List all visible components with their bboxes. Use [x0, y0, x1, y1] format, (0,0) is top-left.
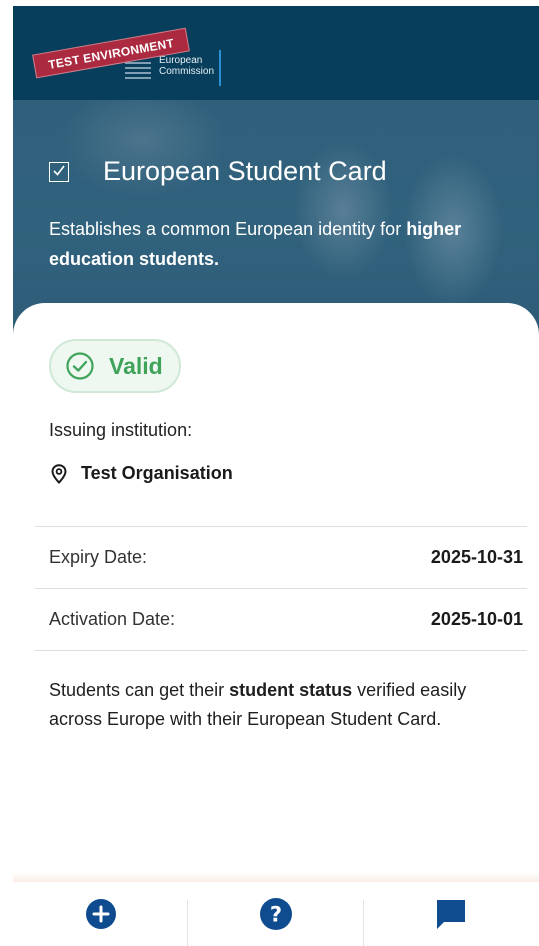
status-badge: Valid: [49, 339, 181, 393]
expiry-date-label: Expiry Date:: [49, 547, 148, 567]
organisation-row: Test Organisation: [51, 463, 233, 484]
chat-icon: [437, 900, 466, 929]
hero-title-row: European Student Card: [49, 156, 387, 187]
ec-logo-text: European Commission: [159, 55, 214, 77]
ec-flag-icon: [125, 62, 151, 82]
divider: [35, 650, 527, 651]
bottom-nav-shadow: [13, 872, 539, 882]
help-button[interactable]: ?: [188, 882, 364, 946]
add-circle-icon: [85, 899, 116, 929]
issuing-institution-label: Issuing institution:: [49, 420, 193, 440]
add-button[interactable]: [13, 882, 189, 946]
activation-date-value: 2025-10-01: [430, 609, 523, 629]
organisation-name: Test Organisation: [81, 463, 233, 483]
card-description: Students can get their student status ve…: [49, 676, 519, 734]
expiry-date-value: 2025-10-31: [430, 547, 523, 567]
hero-description: Establishes a common European identity f…: [49, 214, 499, 274]
ec-logo-line2: Commission: [159, 66, 215, 77]
logo-divider: [219, 50, 221, 86]
card-desc-part1: Students can get their: [49, 680, 230, 700]
checkbox-icon: [49, 161, 69, 182]
ec-logo-line1: European: [159, 55, 203, 66]
activation-date-label: Activation Date:: [49, 609, 176, 629]
help-circle-icon: ?: [259, 898, 292, 930]
expiry-date-row: Expiry Date: 2025-10-31: [35, 526, 527, 588]
student-card-details: Valid Issuing institution: Test Organisa…: [13, 303, 539, 883]
card-desc-bold: student status: [229, 680, 353, 700]
svg-text:?: ?: [270, 903, 282, 927]
chat-button[interactable]: [364, 882, 539, 946]
hero-desc-text: Establishes a common European identity f…: [49, 219, 407, 239]
bottom-nav: ?: [13, 882, 539, 946]
status-text: Valid: [109, 352, 163, 379]
page-title: European Student Card: [103, 156, 387, 186]
activation-date-row: Activation Date: 2025-10-01: [35, 588, 527, 650]
location-pin-icon: [51, 463, 67, 484]
check-circle-icon: [66, 352, 94, 380]
app-header: European Commission TEST ENVIRONMENT: [13, 6, 539, 100]
